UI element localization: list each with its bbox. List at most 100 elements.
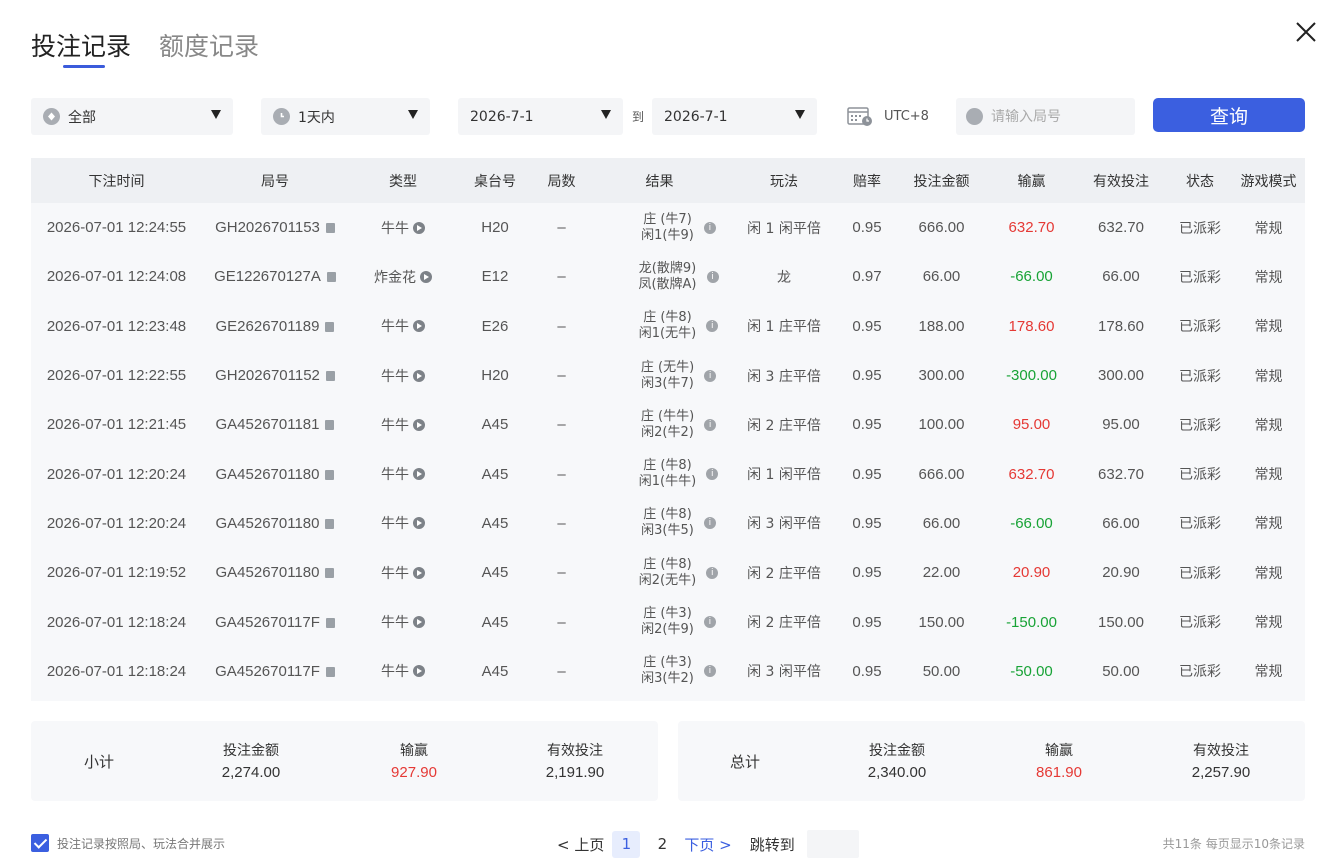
date-from-select[interactable]: 2026-7-1 bbox=[458, 98, 623, 135]
copy-icon[interactable] bbox=[325, 568, 335, 579]
subtotal-valid: 有效投注 2,191.90 bbox=[535, 740, 615, 784]
copy-icon[interactable] bbox=[325, 223, 335, 234]
page-button-1[interactable]: 1 bbox=[612, 830, 641, 858]
info-icon[interactable]: i bbox=[706, 468, 719, 481]
cell-bet-time: 2026-07-01 12:19:52 bbox=[46, 564, 187, 582]
copy-icon[interactable] bbox=[325, 371, 335, 382]
game-type-text: 牛牛 bbox=[381, 615, 409, 632]
round-id-text: GE2626701189 bbox=[215, 317, 320, 335]
period-select[interactable]: 1天内 bbox=[261, 98, 430, 135]
play-icon[interactable] bbox=[413, 320, 425, 333]
date-to-select[interactable]: 2026-7-1 bbox=[652, 98, 817, 135]
cell-status: 已派彩 bbox=[1179, 417, 1221, 434]
cell-round-id: GH2026701153 bbox=[202, 203, 348, 252]
prev-page-button[interactable]: < 上页 bbox=[557, 834, 604, 855]
cell-win-loss: 178.60 bbox=[1008, 317, 1055, 335]
cell-valid-bet: 150.00 bbox=[1098, 613, 1144, 631]
table-row[interactable]: 2026-07-01 12:22:55 GH2026701152 牛牛 H20 – 庄 (… bbox=[31, 351, 1305, 400]
play-icon[interactable] bbox=[413, 468, 425, 481]
game-type-select[interactable]: 全部 bbox=[31, 98, 233, 135]
play-icon[interactable] bbox=[413, 369, 425, 382]
cell-game-type: 牛牛 bbox=[348, 449, 458, 498]
jump-to-page-input[interactable] bbox=[806, 830, 859, 858]
copy-icon[interactable] bbox=[325, 518, 335, 529]
info-icon[interactable]: i bbox=[706, 566, 719, 579]
cell-valid-bet: 178.60 bbox=[1098, 317, 1144, 335]
subtotal-win-value: 927.90 bbox=[391, 764, 437, 781]
active-tab-indicator bbox=[63, 65, 105, 68]
info-icon[interactable]: i bbox=[703, 517, 716, 530]
tab-quota-records[interactable]: 额度记录 bbox=[159, 30, 259, 64]
info-icon[interactable]: i bbox=[706, 270, 719, 283]
play-icon[interactable] bbox=[413, 221, 425, 234]
table-row[interactable]: 2026-07-01 12:19:52 GA4526701180 牛牛 A45 – 庄 (… bbox=[31, 548, 1305, 597]
cell-bet-time: 2026-07-01 12:18:24 bbox=[46, 662, 187, 680]
cell-win-loss: 95.00 bbox=[1012, 416, 1051, 434]
table-row[interactable]: 2026-07-01 12:24:55 GH2026701153 牛牛 H20 – 庄 (… bbox=[31, 203, 1305, 252]
info-icon[interactable]: i bbox=[706, 320, 719, 333]
subtotal-amount-value: 2,274.00 bbox=[221, 764, 281, 781]
merge-display-label: 投注记录按照局、玩法合并展示 bbox=[57, 836, 226, 851]
tab-bet-records[interactable]: 投注记录 bbox=[31, 30, 131, 68]
play-icon[interactable] bbox=[413, 517, 425, 530]
round-search-input[interactable] bbox=[991, 108, 1131, 125]
cell-result: 庄 (牛8) 闲1(无牛) i bbox=[591, 302, 728, 351]
cell-valid-bet: 632.70 bbox=[1098, 219, 1144, 237]
page-button-2[interactable]: 2 bbox=[648, 831, 676, 858]
cell-valid-bet: 20.90 bbox=[1102, 564, 1140, 582]
info-icon[interactable]: i bbox=[703, 665, 716, 678]
col-header-round-id: 局号 bbox=[261, 173, 289, 190]
table-row[interactable]: 2026-07-01 12:20:24 GA4526701180 牛牛 A45 – 庄 (… bbox=[31, 449, 1305, 498]
info-icon[interactable]: i bbox=[704, 369, 717, 382]
cell-status: 已派彩 bbox=[1179, 368, 1221, 385]
cell-bet-amount: 188.00 bbox=[918, 317, 965, 335]
cell-play-type: 闲 2 庄平倍 bbox=[747, 615, 821, 632]
copy-icon[interactable] bbox=[325, 321, 335, 332]
table-row[interactable]: 2026-07-01 12:23:48 GE2626701189 牛牛 E26 – 庄 (… bbox=[31, 302, 1305, 351]
total-amount: 投注金额 2,340.00 bbox=[857, 740, 937, 784]
round-id-text: GH2026701153 bbox=[215, 219, 320, 237]
query-button[interactable]: 查询 bbox=[1153, 98, 1305, 132]
copy-icon[interactable] bbox=[326, 272, 336, 283]
copy-icon[interactable] bbox=[325, 666, 335, 677]
play-icon[interactable] bbox=[413, 616, 425, 629]
result-line-2: 闲2(无牛) bbox=[638, 572, 697, 588]
result-line-2: 闲1(牛牛) bbox=[638, 474, 697, 490]
timezone-indicator[interactable]: UTC+8 bbox=[847, 106, 929, 127]
info-icon[interactable]: i bbox=[703, 221, 716, 234]
table-row[interactable]: 2026-07-01 12:18:24 GA452670117F 牛牛 A45 – 庄 (… bbox=[31, 647, 1305, 696]
cell-game-type: 牛牛 bbox=[348, 400, 458, 449]
merge-display-checkbox[interactable] bbox=[31, 834, 49, 852]
cell-result: 庄 (牛8) 闲2(无牛) i bbox=[591, 548, 728, 597]
next-page-button[interactable]: 下页 > bbox=[684, 834, 731, 855]
cell-table-no: A45 bbox=[481, 416, 509, 434]
copy-icon[interactable] bbox=[325, 617, 335, 628]
cell-round-count: – bbox=[557, 317, 566, 335]
close-button[interactable] bbox=[1294, 20, 1318, 44]
col-header-play-type: 玩法 bbox=[770, 173, 798, 190]
play-icon[interactable] bbox=[413, 418, 425, 431]
copy-icon[interactable] bbox=[325, 420, 335, 431]
total-win: 输赢 861.90 bbox=[1019, 740, 1099, 784]
cell-play-type: 闲 3 庄平倍 bbox=[747, 368, 821, 385]
cell-odds: 0.97 bbox=[852, 268, 882, 286]
round-id-text: GA452670117F bbox=[215, 662, 320, 680]
merge-display-option[interactable]: 投注记录按照局、玩法合并展示 bbox=[31, 834, 225, 852]
copy-icon[interactable] bbox=[325, 469, 335, 480]
play-icon[interactable] bbox=[420, 270, 432, 283]
info-icon[interactable]: i bbox=[703, 616, 716, 629]
table-header-row: 下注时间 局号 类型 桌台号 局数 结果 玩法 赔率 投注金额 输赢 有效投注 状态 游戏模式 bbox=[31, 158, 1305, 203]
cell-game-type: 牛牛 bbox=[348, 302, 458, 351]
cell-status: 已派彩 bbox=[1179, 319, 1221, 336]
table-row[interactable]: 2026-07-01 12:24:08 GE122670127A 炸金花 E12 – 龙(… bbox=[31, 252, 1305, 301]
result-line-1: 庄 (牛8) bbox=[643, 556, 692, 572]
table-row[interactable]: 2026-07-01 12:18:24 GA452670117F 牛牛 A45 – 庄 (… bbox=[31, 597, 1305, 646]
info-icon[interactable]: i bbox=[704, 418, 717, 431]
play-icon[interactable] bbox=[413, 566, 425, 579]
play-icon[interactable] bbox=[413, 665, 425, 678]
table-row[interactable]: 2026-07-01 12:21:45 GA4526701181 牛牛 A45 – 庄 (… bbox=[31, 400, 1305, 449]
game-type-text: 牛牛 bbox=[381, 467, 409, 484]
cell-result: 庄 (牛8) 闲3(牛5) i bbox=[591, 499, 728, 548]
table-row[interactable]: 2026-07-01 12:20:24 GA4526701180 牛牛 A45 – 庄 (… bbox=[31, 499, 1305, 548]
round-search-field[interactable] bbox=[956, 98, 1135, 135]
